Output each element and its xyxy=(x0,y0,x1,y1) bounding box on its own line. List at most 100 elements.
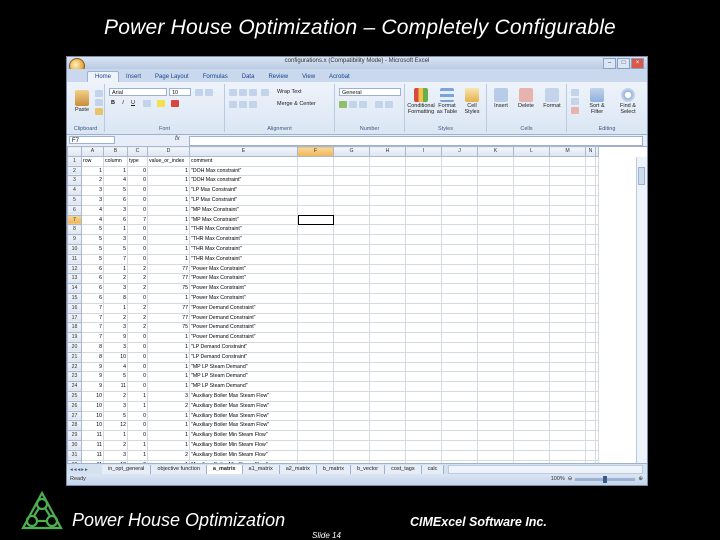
cell-L13[interactable] xyxy=(513,273,550,285)
cell-E20[interactable]: "LP Demand Constraint" xyxy=(189,341,298,353)
cell-M27[interactable] xyxy=(549,410,586,422)
column-header[interactable]: G xyxy=(333,146,370,157)
cell-K25[interactable] xyxy=(477,390,514,402)
cell-J1[interactable] xyxy=(441,155,478,167)
horizontal-scrollbar[interactable] xyxy=(448,465,643,474)
cell-M22[interactable] xyxy=(549,361,586,373)
column-header[interactable]: B xyxy=(103,146,128,157)
zoom-out-icon[interactable]: ⊖ xyxy=(568,474,573,485)
cell-C21[interactable]: 0 xyxy=(127,351,148,363)
cell-D21[interactable]: 1 xyxy=(147,351,190,363)
cell-G29[interactable] xyxy=(333,430,370,441)
cell-K14[interactable] xyxy=(477,283,514,294)
cell-F29[interactable] xyxy=(297,430,334,441)
insert-cells-button[interactable]: Insert xyxy=(489,88,513,109)
percent-icon[interactable] xyxy=(349,101,357,108)
cell-D12[interactable]: 77 xyxy=(147,263,190,275)
row-header[interactable]: 18 xyxy=(67,322,82,334)
cell-L10[interactable] xyxy=(513,243,550,255)
cell-D7[interactable]: 1 xyxy=(147,214,190,226)
cell-A5[interactable]: 3 xyxy=(81,194,104,206)
cell-A21[interactable]: 8 xyxy=(81,351,104,363)
cell-B18[interactable]: 3 xyxy=(103,322,128,334)
cell-I22[interactable] xyxy=(405,361,442,373)
cell-C7[interactable]: 7 xyxy=(127,214,148,226)
cell-D17[interactable]: 77 xyxy=(147,312,190,324)
cell-M18[interactable] xyxy=(549,322,586,334)
cell-N30[interactable] xyxy=(585,439,596,451)
cell-M6[interactable] xyxy=(549,204,586,216)
cell-E30[interactable]: "Auxiliary Boiler Min Steam Flow" xyxy=(189,439,298,451)
formula-input[interactable] xyxy=(189,136,643,146)
cell-J11[interactable] xyxy=(441,253,478,265)
cell-K16[interactable] xyxy=(477,302,514,314)
sheet-tab[interactable]: b_matrix xyxy=(316,465,351,474)
cell-L25[interactable] xyxy=(513,390,550,402)
cell-G23[interactable] xyxy=(333,371,370,383)
cell-E31[interactable]: "Auxiliary Boiler Min Steam Flow" xyxy=(189,449,298,461)
font-name-combo[interactable]: Arial xyxy=(109,88,167,96)
cell-B31[interactable]: 3 xyxy=(103,449,128,461)
cell-G14[interactable] xyxy=(333,283,370,294)
cell-L1[interactable] xyxy=(513,155,550,167)
cell-E9[interactable]: "THR Max Constraint" xyxy=(189,234,298,245)
cell-G18[interactable] xyxy=(333,322,370,334)
cell-D14[interactable]: 75 xyxy=(147,283,190,294)
cell-L12[interactable] xyxy=(513,263,550,275)
number-format-combo[interactable]: General xyxy=(339,88,401,96)
cell-B7[interactable]: 6 xyxy=(103,214,128,226)
ribbon-tab[interactable]: Page Layout xyxy=(148,72,196,82)
cell-E11[interactable]: "THR Max Constraint" xyxy=(189,253,298,265)
sort-filter-button[interactable]: Sort & Filter xyxy=(583,88,611,115)
cell-E24[interactable]: "MP LP Steam Demand" xyxy=(189,381,298,392)
cell-C22[interactable]: 0 xyxy=(127,361,148,373)
cell-E26[interactable]: "Auxiliary Boiler Max Steam Flow" xyxy=(189,400,298,412)
cell-A18[interactable]: 7 xyxy=(81,322,104,334)
cell-C5[interactable]: 0 xyxy=(127,194,148,206)
cell-A10[interactable]: 5 xyxy=(81,243,104,255)
cell-H21[interactable] xyxy=(369,351,406,363)
cell-E25[interactable]: "Auxiliary Boiler Max Steam Flow" xyxy=(189,390,298,402)
cell-G8[interactable] xyxy=(333,224,370,236)
cell-B30[interactable]: 2 xyxy=(103,439,128,451)
row-header[interactable]: 7 xyxy=(67,214,82,226)
cell-H8[interactable] xyxy=(369,224,406,236)
cell-J12[interactable] xyxy=(441,263,478,275)
cell-D24[interactable]: 1 xyxy=(147,381,190,392)
cell-G7[interactable] xyxy=(333,214,370,226)
cell-I4[interactable] xyxy=(405,185,442,196)
cell-F9[interactable] xyxy=(297,234,334,245)
cell-J18[interactable] xyxy=(441,322,478,334)
cut-icon[interactable] xyxy=(95,90,103,97)
zoom-slider-knob[interactable] xyxy=(603,476,608,483)
column-header[interactable]: M xyxy=(549,146,586,157)
italic-button[interactable]: I xyxy=(119,100,127,106)
cell-C15[interactable]: 0 xyxy=(127,292,148,304)
border-icon[interactable] xyxy=(143,100,151,107)
cell-K30[interactable] xyxy=(477,439,514,451)
row-header[interactable]: 16 xyxy=(67,302,82,314)
cell-J21[interactable] xyxy=(441,351,478,363)
cell-A24[interactable]: 9 xyxy=(81,381,104,392)
sheet-tab[interactable]: objective function xyxy=(151,465,207,474)
cell-L15[interactable] xyxy=(513,292,550,304)
cell-B12[interactable]: 1 xyxy=(103,263,128,275)
cell-I5[interactable] xyxy=(405,194,442,206)
cell-C13[interactable]: 2 xyxy=(127,273,148,285)
cell-I17[interactable] xyxy=(405,312,442,324)
cell-K12[interactable] xyxy=(477,263,514,275)
cell-H17[interactable] xyxy=(369,312,406,324)
cell-M19[interactable] xyxy=(549,332,586,343)
cell-H11[interactable] xyxy=(369,253,406,265)
column-header[interactable]: H xyxy=(369,146,406,157)
cell-D18[interactable]: 75 xyxy=(147,322,190,334)
cell-J22[interactable] xyxy=(441,361,478,373)
cell-B29[interactable]: 1 xyxy=(103,430,128,441)
cell-L6[interactable] xyxy=(513,204,550,216)
row-header[interactable]: 14 xyxy=(67,283,82,294)
cell-C28[interactable]: 0 xyxy=(127,420,148,432)
cell-C1[interactable]: type xyxy=(127,155,148,167)
maximize-button[interactable]: □ xyxy=(617,58,630,69)
cell-M21[interactable] xyxy=(549,351,586,363)
cell-D9[interactable]: 1 xyxy=(147,234,190,245)
